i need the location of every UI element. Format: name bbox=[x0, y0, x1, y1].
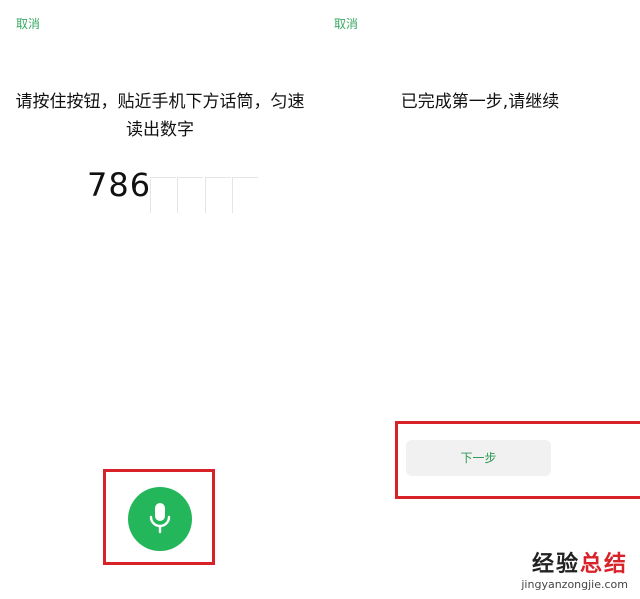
digit-slot bbox=[150, 177, 177, 213]
instruction-text: 请按住按钮，贴近手机下方话筒，匀速读出数字 bbox=[15, 92, 305, 140]
watermark-title-part2: 总结 bbox=[579, 552, 628, 577]
step-complete-text: 已完成第一步,请继续 bbox=[400, 92, 560, 112]
digit-slot bbox=[205, 177, 232, 213]
verification-digits: 786 bbox=[87, 166, 152, 204]
digit-slot bbox=[232, 177, 259, 213]
watermark: 经验总结 jingyanzongjie.com bbox=[521, 546, 628, 591]
digit-slot bbox=[177, 177, 204, 213]
cancel-link[interactable]: 取消 bbox=[334, 15, 358, 32]
watermark-url: jingyanzongjie.com bbox=[521, 578, 628, 591]
voice-verify-screen: 取消 请按住按钮，贴近手机下方话筒，匀速读出数字 786 bbox=[0, 0, 320, 599]
watermark-title: 经验总结 bbox=[521, 546, 628, 578]
step-complete-screen: 取消 已完成第一步,请继续 下一步 bbox=[320, 0, 640, 599]
cancel-link[interactable]: 取消 bbox=[16, 15, 40, 32]
mic-button[interactable] bbox=[128, 487, 192, 551]
next-step-button[interactable]: 下一步 bbox=[406, 440, 551, 476]
watermark-title-part1: 经验 bbox=[531, 552, 580, 577]
microphone-icon bbox=[149, 503, 171, 534]
